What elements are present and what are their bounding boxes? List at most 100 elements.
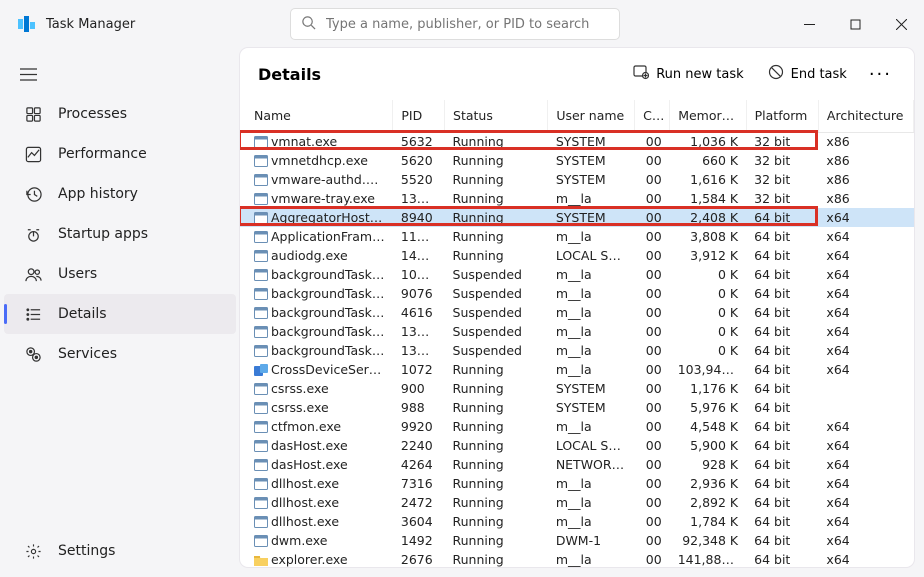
cell-pid: 9920 [393,417,445,436]
cell-cpu: 00 [635,379,670,398]
sidebar-item-users[interactable]: Users [4,254,236,294]
cell-platform: 32 bit [746,151,818,170]
table-row[interactable]: dllhost.exe 2472 Running m__la 00 2,892 … [240,493,914,512]
run-task-icon [633,64,649,84]
sidebar: Processes Performance App history Startu… [0,48,240,577]
cell-memory: 5,900 K [670,436,746,455]
cell-memory: 1,036 K [670,132,746,151]
cell-user: m__la [548,474,635,493]
hamburger-button[interactable] [0,54,240,94]
search-input[interactable] [324,16,609,33]
table-row[interactable]: backgroundTaskHos... 9076 Suspended m__l… [240,284,914,303]
cell-arch: x64 [818,474,913,493]
cell-pid: 10548 [393,265,445,284]
cell-name: audiodg.exe [271,248,348,263]
cell-pid: 1492 [393,531,445,550]
sidebar-item-label: Details [58,306,107,322]
table-row[interactable]: backgroundTaskHos... 10548 Suspended m__… [240,265,914,284]
cell-user: m__la [548,227,635,246]
table-row[interactable]: dwm.exe 1492 Running DWM-1 00 92,348 K 6… [240,531,914,550]
col-header-name[interactable]: Name [240,100,393,132]
table-row[interactable]: backgroundTaskHos... 4616 Suspended m__l… [240,303,914,322]
cell-name: backgroundTaskHos... [271,286,393,301]
table-row[interactable]: dasHost.exe 4264 Running NETWORK... 00 9… [240,455,914,474]
cell-cpu: 00 [635,341,670,360]
table-wrap[interactable]: Name PID Status User name CPU Memory (..… [240,100,914,567]
sidebar-item-performance[interactable]: Performance [4,134,236,174]
process-icon [254,193,268,205]
process-icon [254,459,268,471]
table-row[interactable]: dasHost.exe 2240 Running LOCAL SE... 00 … [240,436,914,455]
sidebar-item-details[interactable]: Details [4,294,236,334]
cell-status: Running [445,512,548,531]
sidebar-item-settings[interactable]: Settings [4,531,236,571]
cell-name: backgroundTaskHos... [271,305,393,320]
sidebar-item-apphistory[interactable]: App history [4,174,236,214]
cell-arch: x64 [818,265,913,284]
table-row[interactable]: ApplicationFrameHo... 11724 Running m__l… [240,227,914,246]
cell-pid: 2240 [393,436,445,455]
cell-arch: x64 [818,227,913,246]
table-row[interactable]: AggregatorHost.exe 8940 Running SYSTEM 0… [240,208,914,227]
main-header: Details Run new task End task ··· [240,48,914,100]
table-row[interactable]: vmnat.exe 5632 Running SYSTEM 00 1,036 K… [240,132,914,151]
sidebar-item-startup[interactable]: Startup apps [4,214,236,254]
cell-status: Running [445,531,548,550]
cell-memory: 4,548 K [670,417,746,436]
table-row[interactable]: vmware-authd.exe 5520 Running SYSTEM 00 … [240,170,914,189]
search-box[interactable] [290,8,620,40]
maximize-button[interactable] [832,0,878,48]
col-header-platform[interactable]: Platform [746,100,818,132]
cell-arch: x64 [818,436,913,455]
process-icon [254,440,268,452]
cell-platform: 64 bit [746,360,818,379]
app-icon [18,15,36,33]
cell-user: m__la [548,360,635,379]
table-row[interactable]: ctfmon.exe 9920 Running m__la 00 4,548 K… [240,417,914,436]
table-row[interactable]: csrss.exe 900 Running SYSTEM 00 1,176 K … [240,379,914,398]
cell-memory: 2,892 K [670,493,746,512]
table-row[interactable]: backgroundTaskHos... 13400 Suspended m__… [240,322,914,341]
cell-arch: x64 [818,512,913,531]
col-header-memory[interactable]: Memory (... [670,100,746,132]
table-row[interactable]: backgroundTaskHos... 13776 Suspended m__… [240,341,914,360]
cell-platform: 64 bit [746,322,818,341]
more-options-button[interactable]: ··· [865,62,896,87]
cell-status: Running [445,436,548,455]
close-button[interactable] [878,0,924,48]
minimize-button[interactable] [786,0,832,48]
col-header-cpu[interactable]: CPU [635,100,670,132]
cell-memory: 1,784 K [670,512,746,531]
cell-cpu: 00 [635,512,670,531]
table-row[interactable]: vmware-tray.exe 13596 Running m__la 00 1… [240,189,914,208]
cell-platform: 32 bit [746,189,818,208]
col-header-user[interactable]: User name [548,100,635,132]
sidebar-item-services[interactable]: Services [4,334,236,374]
cell-cpu: 00 [635,360,670,379]
cell-pid: 8940 [393,208,445,227]
cell-status: Running [445,170,548,189]
gear-icon [24,542,42,560]
table-row[interactable]: audiodg.exe 14812 Running LOCAL SE... 00… [240,246,914,265]
sidebar-item-processes[interactable]: Processes [4,94,236,134]
cell-arch: x64 [818,455,913,474]
col-header-arch[interactable]: Architecture [818,100,913,132]
run-new-task-button[interactable]: Run new task [623,58,753,90]
table-row[interactable]: CrossDeviceService.e... 1072 Running m__… [240,360,914,379]
table-row[interactable]: dllhost.exe 3604 Running m__la 00 1,784 … [240,512,914,531]
cell-status: Running [445,474,548,493]
cell-arch: x64 [818,531,913,550]
cell-status: Suspended [445,341,548,360]
end-task-button[interactable]: End task [758,58,857,90]
performance-icon [24,145,42,163]
cell-platform: 32 bit [746,132,818,151]
cell-name: vmnetdhcp.exe [271,153,368,168]
col-header-pid[interactable]: PID [393,100,445,132]
table-row[interactable]: explorer.exe 2676 Running m__la 00 141,8… [240,550,914,567]
col-header-status[interactable]: Status [445,100,548,132]
table-row[interactable]: csrss.exe 988 Running SYSTEM 00 5,976 K … [240,398,914,417]
cell-cpu: 00 [635,151,670,170]
cell-memory: 3,912 K [670,246,746,265]
table-row[interactable]: vmnetdhcp.exe 5620 Running SYSTEM 00 660… [240,151,914,170]
table-row[interactable]: dllhost.exe 7316 Running m__la 00 2,936 … [240,474,914,493]
